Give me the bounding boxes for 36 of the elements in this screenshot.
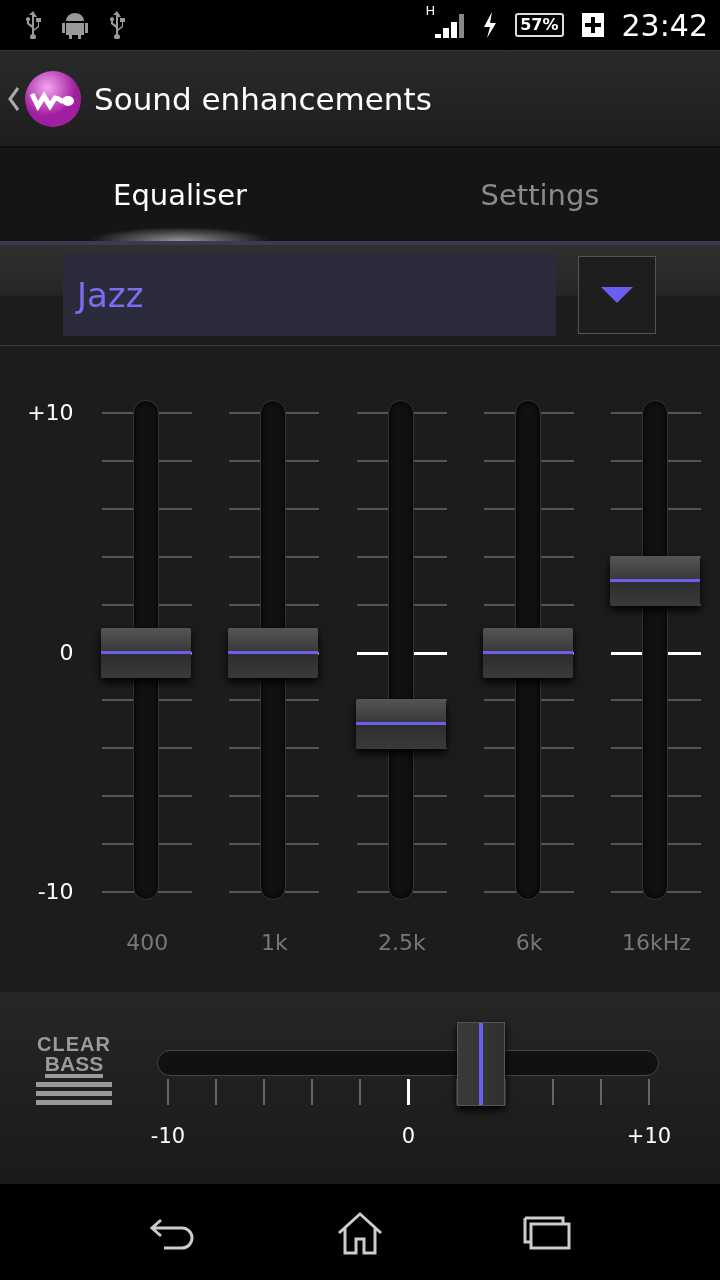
slider-thumb[interactable] bbox=[483, 627, 574, 678]
usb-icon bbox=[108, 11, 126, 39]
scale-label: -10 bbox=[150, 1124, 186, 1148]
scale-label: +10 bbox=[626, 1124, 672, 1148]
battery-indicator: 57% bbox=[515, 13, 564, 37]
recent-apps-icon[interactable] bbox=[522, 1216, 571, 1250]
slider-thumb[interactable] bbox=[610, 555, 701, 606]
signal-icon bbox=[435, 12, 466, 38]
slider-thumb[interactable] bbox=[355, 699, 446, 750]
scale-label: -10 bbox=[37, 878, 74, 904]
dropdown-button[interactable] bbox=[578, 256, 656, 334]
android-icon bbox=[60, 11, 90, 39]
network-type-label: H bbox=[425, 4, 436, 17]
preset-field[interactable]: Jazz bbox=[63, 254, 556, 336]
plus-icon bbox=[581, 13, 604, 37]
app-logo-icon bbox=[24, 69, 82, 128]
charging-icon bbox=[483, 12, 498, 38]
scale-label: 0 bbox=[401, 1124, 416, 1148]
tab[interactable]: Settings bbox=[360, 148, 720, 241]
clear-bass-logo: CLEAR BASS bbox=[36, 1034, 112, 1105]
scale-label: +10 bbox=[27, 399, 74, 425]
slider-thumb[interactable] bbox=[228, 627, 319, 678]
frequency-label: 6k bbox=[515, 930, 543, 955]
frequency-label: 1k bbox=[261, 930, 288, 955]
caret-icon bbox=[601, 287, 633, 303]
back-icon[interactable] bbox=[8, 85, 20, 112]
screen-title: Sound enhancements bbox=[94, 80, 432, 117]
frequency-label: 16kHz bbox=[621, 930, 691, 955]
home-icon[interactable] bbox=[336, 1211, 384, 1255]
frequency-label: 400 bbox=[126, 930, 169, 955]
scale-label: 0 bbox=[59, 639, 74, 664]
slider-thumb[interactable] bbox=[101, 627, 192, 678]
usb-icon bbox=[24, 11, 42, 39]
frequency-label: 2.5k bbox=[377, 930, 426, 955]
clock: 23:42 bbox=[621, 7, 708, 43]
slider-thumb[interactable] bbox=[456, 1022, 505, 1106]
